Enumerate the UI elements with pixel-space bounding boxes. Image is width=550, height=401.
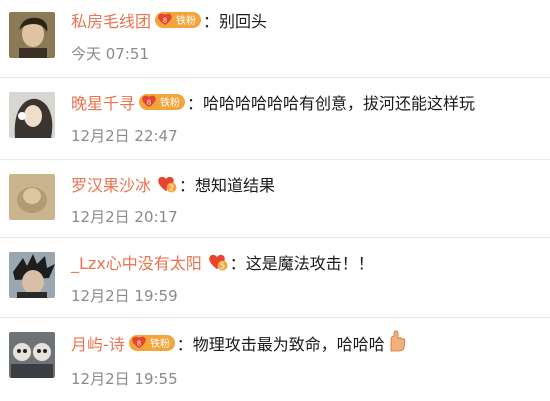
username-link[interactable]: 月屿-诗 [71, 331, 125, 355]
comment-timestamp: 12月2日 20:17 [71, 208, 178, 226]
avatar[interactable] [9, 332, 55, 378]
svg-text:8: 8 [147, 99, 151, 107]
comment-list: 私房毛线团 8 铁粉 ：别回头 今天 07:51 晚星千寻 8 铁粉 ：哈哈哈哈… [0, 0, 550, 401]
svg-text:8: 8 [163, 17, 167, 25]
avatar-image [9, 332, 55, 378]
comment-line: 私房毛线团 8 铁粉 ：别回头 [71, 8, 267, 32]
svg-text:铁粉: 铁粉 [176, 14, 196, 27]
fan-badge-icon[interactable]: 8 铁粉 [128, 333, 175, 353]
comment-timestamp: 今天 07:51 [71, 45, 149, 63]
comment-item: 罗汉果沙冰 2 ：想知道结果 12月2日 20:17 [0, 160, 550, 238]
username-link[interactable]: _Lzx心中没有太阳 [71, 250, 202, 274]
comment-item: 私房毛线团 8 铁粉 ：别回头 今天 07:51 [0, 0, 550, 78]
fan-badge-icon[interactable]: 2 [155, 174, 177, 194]
avatar-image [9, 252, 55, 298]
comment-line: 晚星千寻 8 铁粉 ：哈哈哈哈哈哈有创意，拔河还能这样玩 [71, 90, 475, 114]
username-link[interactable]: 罗汉果沙冰 [71, 172, 151, 196]
username-link[interactable]: 私房毛线团 [71, 8, 151, 32]
comment-timestamp: 12月2日 19:59 [71, 287, 178, 305]
svg-text:铁粉: 铁粉 [160, 96, 180, 109]
avatar[interactable] [9, 252, 55, 298]
avatar[interactable] [9, 92, 55, 138]
svg-text:5: 5 [220, 262, 225, 271]
comment-timestamp: 12月2日 22:47 [71, 127, 178, 145]
comment-text: ：这是魔法攻击！！ [229, 254, 374, 273]
avatar[interactable] [9, 174, 55, 220]
fan-badge-icon[interactable]: 5 [206, 252, 228, 272]
comment-text: ：哈哈哈哈哈哈有创意，拔河还能这样玩 [187, 94, 476, 113]
comment-item: _Lzx心中没有太阳 5 ：这是魔法攻击！！ 12月2日 19:59 [0, 238, 550, 318]
svg-text:2: 2 [169, 184, 174, 193]
comment-text: ：物理攻击最为致命，哈哈哈 [176, 335, 385, 354]
username-link[interactable]: 晚星千寻 [71, 90, 135, 114]
avatar-image [9, 174, 55, 220]
facepalm-emoji-icon [387, 330, 407, 356]
comment-text: ：想知道结果 [179, 176, 276, 195]
fan-badge-icon[interactable]: 8 铁粉 [139, 92, 186, 112]
avatar[interactable] [9, 12, 55, 58]
comment-text: ：别回头 [203, 12, 268, 31]
avatar-image [9, 92, 55, 138]
svg-text:8: 8 [137, 340, 141, 348]
comment-line: _Lzx心中没有太阳 5 ：这是魔法攻击！！ [71, 250, 374, 274]
comment-item: 月屿-诗 8 铁粉 ：物理攻击最为致命，哈哈哈 12月2日 19:55 [0, 318, 550, 401]
svg-text:铁粉: 铁粉 [150, 337, 170, 350]
comment-timestamp: 12月2日 19:55 [71, 370, 178, 388]
fan-badge-icon[interactable]: 8 铁粉 [155, 10, 202, 30]
comment-item: 晚星千寻 8 铁粉 ：哈哈哈哈哈哈有创意，拔河还能这样玩 12月2日 22:47 [0, 78, 550, 160]
avatar-image [9, 12, 55, 58]
comment-line: 罗汉果沙冰 2 ：想知道结果 [71, 172, 275, 196]
comment-line: 月屿-诗 8 铁粉 ：物理攻击最为致命，哈哈哈 [71, 330, 407, 356]
